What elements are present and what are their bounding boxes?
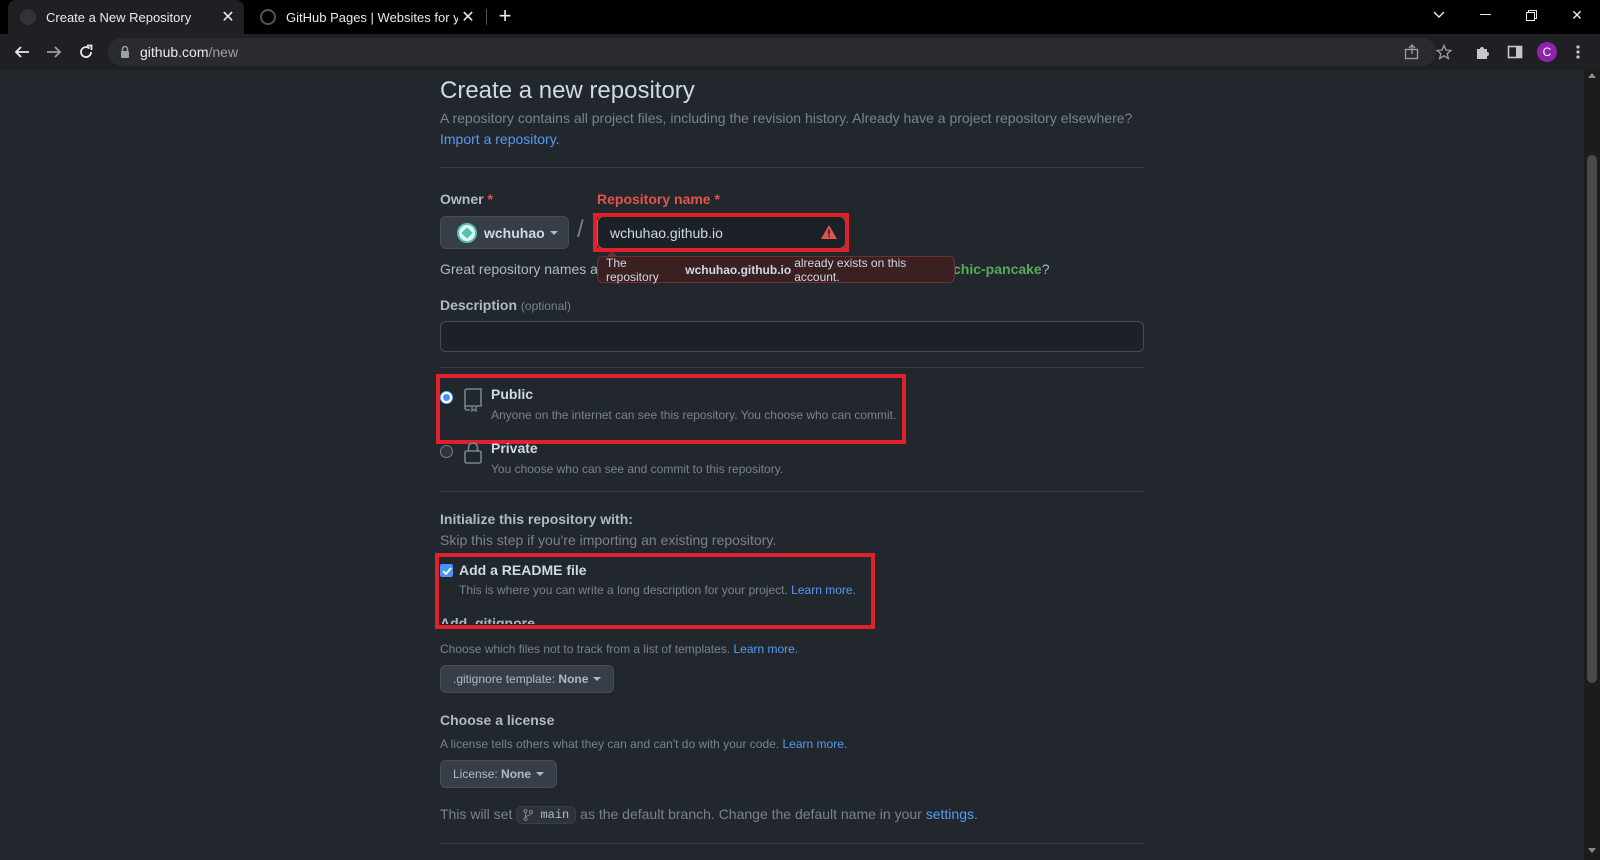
scroll-down-arrow-icon[interactable] [1588,848,1596,853]
gitignore-title: Add .gitignore [440,615,535,624]
private-description: You choose who can see and commit to thi… [491,462,784,476]
back-arrow-icon[interactable] [10,40,34,64]
error-tooltip: The repository wchuhao.github.io already e… [597,256,955,284]
divider [440,367,1144,368]
github-favicon-icon [20,9,36,25]
license-description: A license tells others what they can and… [440,737,848,751]
caret-down-icon [536,772,545,776]
page-subtitle: A repository contains all project files,… [440,110,1133,126]
name-hint-text: Great repository names a [440,261,598,277]
side-panel-icon[interactable] [1505,42,1525,62]
private-radio[interactable] [440,445,453,458]
scrollbar-thumb[interactable] [1587,155,1597,683]
scroll-up-arrow-icon[interactable] [1588,73,1596,78]
annotation-highlight-box [593,213,849,252]
description-label: Description (optional) [440,297,571,313]
new-tab-button[interactable]: + [494,5,516,28]
owner-avatar [457,222,477,243]
divider [440,843,1144,844]
license-learn-more-link[interactable]: Learn more. [783,737,848,751]
owner-select-button[interactable]: wchuhao [440,216,569,249]
owner-name: wchuhao [484,224,545,241]
initialize-title: Initialize this repository with: [440,511,633,527]
settings-link[interactable]: settings [926,806,974,822]
lock-icon [464,442,482,464]
owner-repo-separator: / [577,216,584,243]
github-favicon-icon [260,9,276,25]
tab-search-icon[interactable] [1416,0,1462,30]
browser-tab-bar: Create a New Repository ✕ GitHub Pages |… [0,0,1600,34]
tab-title: GitHub Pages | Websites for you [286,9,458,25]
forward-arrow-icon[interactable] [42,40,66,64]
repository-name-label: Repository name * [597,191,720,207]
page-title: Create a new repository [440,77,695,104]
import-repository-link[interactable]: Import a repository. [440,131,560,147]
license-title: Choose a license [440,712,555,728]
address-bar[interactable]: github.com/new [108,38,1436,66]
caret-down-icon [549,230,558,235]
branch-pill: main [516,806,577,825]
default-branch-text: This will set main as the default branch… [440,806,978,825]
tab-title: Create a New Repository [46,9,192,25]
annotation-highlight-box [436,374,906,444]
private-title: Private [491,440,538,456]
lock-icon [121,45,129,58]
description-input[interactable] [440,321,1144,352]
owner-label: Owner * [440,191,493,207]
close-tab-icon[interactable]: ✕ [458,7,478,27]
divider [440,491,1144,492]
reload-icon[interactable] [74,40,98,64]
restore-icon[interactable] [1508,0,1554,30]
url-text: github.com/new [140,44,239,60]
close-window-icon[interactable]: ✕ [1554,0,1600,30]
gitignore-template-select[interactable]: .gitignore template: None [440,665,615,693]
license-select[interactable]: License: None [440,760,558,788]
share-icon[interactable] [1402,42,1422,62]
browser-tab[interactable]: GitHub Pages | Websites for you ✕ [248,0,484,34]
profile-avatar[interactable]: C [1537,42,1557,62]
browser-tab-active[interactable]: Create a New Repository ✕ [8,0,244,34]
name-suggestion[interactable]: chic-pancake? [953,261,1050,277]
extensions-puzzle-icon[interactable] [1473,42,1493,62]
git-branch-icon [523,809,534,822]
initialize-subtitle: Skip this step if you're importing an ex… [440,532,777,548]
bookmark-star-icon[interactable] [1434,42,1454,62]
caret-down-icon [593,677,602,681]
minimize-icon[interactable] [1462,0,1508,30]
gitignore-learn-more-link[interactable]: Learn more. [733,642,798,656]
tab-divider [486,9,487,25]
more-menu-icon[interactable] [1568,42,1588,62]
divider [440,167,1144,168]
gitignore-description: Choose which files not to track from a l… [440,642,799,656]
close-tab-icon[interactable]: ✕ [218,7,238,27]
